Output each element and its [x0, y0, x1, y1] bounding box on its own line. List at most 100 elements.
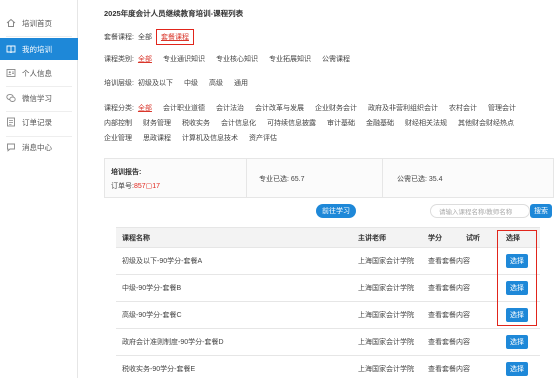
course-teacher: 上海国家会计学院 — [358, 258, 414, 265]
classify-option[interactable]: 农村会计 — [449, 103, 477, 113]
view-package-link[interactable]: 查看套餐内容 — [428, 248, 470, 274]
classify-option[interactable]: 资产评估 — [249, 133, 277, 143]
table-header: 课程名称 主讲老师 学分 试听 选择 — [116, 228, 540, 248]
course-table: 课程名称 主讲老师 学分 试听 选择 初级及以下-90学分-套餐A 上海国家会计… — [116, 227, 540, 378]
classify-filter-row3: 企业管理 思政课程 计算机及信息技术 资产评估 — [104, 133, 288, 143]
select-column-highlight — [497, 230, 537, 326]
level-option[interactable]: 中级 — [184, 78, 198, 88]
table-row: 高级-90学分-套餐C 上海国家会计学院 查看套餐内容 选择 — [116, 302, 540, 329]
header-trial: 试听 — [466, 234, 480, 242]
search-input[interactable]: 请输入课程名称/教师名称 — [430, 204, 530, 218]
course-name: 税收实务-90学分-套餐E — [122, 366, 196, 373]
category-label: 课程类别: — [104, 56, 134, 63]
table-row: 税收实务-90学分-套餐E 上海国家会计学院 查看套餐内容 选择 — [116, 356, 540, 378]
course-name: 初级及以下-90学分-套餐A — [122, 258, 203, 265]
course-name: 政府会计准则制度-90学分-套餐D — [122, 339, 224, 346]
training-report: 培训报告: 订单号:857▢17 专业已选: 65.7 公需已选: 35.4 — [104, 158, 554, 198]
classify-option[interactable]: 会计改革与发展 — [255, 103, 304, 113]
sidebar-item-messages[interactable]: 消息中心 — [0, 136, 78, 158]
sidebar: 培训首页 我的培训 个人信息 微信学习 订单记录 消息中心 — [0, 0, 78, 378]
header-course-name: 课程名称 — [122, 234, 150, 242]
classify-option[interactable]: 税收实务 — [182, 118, 210, 128]
course-teacher: 上海国家会计学院 — [358, 312, 414, 319]
page-title: 2025年度会计人员继续教育培训-课程列表 — [104, 9, 244, 18]
level-option[interactable]: 初级及以下 — [138, 78, 173, 88]
sidebar-item-label: 培训首页 — [22, 18, 52, 28]
classify-option[interactable]: 企业管理 — [104, 133, 132, 143]
user-icon — [6, 68, 16, 78]
go-study-button[interactable]: 前往学习 — [316, 204, 356, 218]
category-option[interactable]: 专业通识知识 — [163, 54, 205, 64]
professional-selected: 专业已选: 65.7 — [259, 176, 305, 183]
package-label: 套餐课程: — [104, 34, 134, 41]
view-package-link[interactable]: 查看套餐内容 — [428, 275, 470, 301]
sidebar-item-home[interactable]: 培训首页 — [0, 12, 78, 34]
package-option-all[interactable]: 全部 — [138, 32, 152, 42]
classify-option[interactable]: 全部 — [138, 103, 152, 113]
classify-option[interactable]: 其他财会财经热点 — [458, 118, 514, 128]
classify-option[interactable]: 政府及非营利组织会计 — [368, 103, 438, 113]
sidebar-item-wechat[interactable]: 微信学习 — [0, 87, 78, 109]
package-option-package[interactable]: 套餐课程 — [161, 34, 189, 41]
sidebar-item-orders[interactable]: 订单记录 — [0, 111, 78, 133]
classify-label: 课程分类: — [104, 105, 134, 112]
sidebar-item-label: 微信学习 — [22, 93, 52, 103]
category-option[interactable]: 专业核心知识 — [216, 54, 258, 64]
view-package-link[interactable]: 查看套餐内容 — [428, 302, 470, 328]
sidebar-item-label: 消息中心 — [22, 142, 52, 152]
classify-option[interactable]: 企业财务会计 — [315, 103, 357, 113]
classify-option[interactable]: 财务管理 — [143, 118, 171, 128]
header-credit: 学分 — [428, 234, 442, 242]
select-button[interactable]: 选择 — [506, 362, 528, 376]
classify-option[interactable]: 思政课程 — [143, 133, 171, 143]
report-title: 培训报告: — [111, 169, 142, 176]
classify-option[interactable]: 计算机及信息技术 — [182, 133, 238, 143]
category-option[interactable]: 公需课程 — [322, 54, 350, 64]
course-name: 高级-90学分-套餐C — [122, 312, 182, 319]
sidebar-item-label: 我的培训 — [22, 44, 52, 54]
classify-filter-row1: 课程分类: 全部 会计职业道德 会计法治 会计改革与发展 企业财务会计 政府及非… — [104, 103, 516, 113]
level-label: 培训层级: — [104, 80, 134, 87]
classify-option[interactable]: 财经相关法规 — [405, 118, 447, 128]
order-label: 订单号: — [111, 183, 134, 190]
package-highlight-box: 套餐课程 — [155, 29, 194, 45]
book-icon — [6, 44, 16, 54]
sidebar-item-label: 个人信息 — [22, 68, 52, 78]
home-icon — [6, 18, 16, 28]
table-row: 初级及以下-90学分-套餐A 上海国家会计学院 查看套餐内容 选择 — [116, 248, 540, 275]
classify-option[interactable]: 会计信息化 — [221, 118, 256, 128]
category-filter: 课程类别: 全部 专业通识知识 专业核心知识 专业拓展知识 公需课程 — [104, 54, 361, 64]
course-name: 中级-90学分-套餐B — [122, 285, 182, 292]
classify-option[interactable]: 会计法治 — [216, 103, 244, 113]
header-teacher: 主讲老师 — [358, 234, 386, 242]
search-button[interactable]: 搜索 — [530, 204, 552, 218]
select-button[interactable]: 选择 — [506, 335, 528, 349]
classify-option[interactable]: 可持续信息披露 — [267, 118, 316, 128]
order-number[interactable]: 857▢17 — [134, 183, 160, 190]
classify-option[interactable]: 会计职业道德 — [163, 103, 205, 113]
sidebar-item-label: 订单记录 — [22, 117, 52, 127]
report-order: 订单号:857▢17 — [111, 181, 160, 191]
sidebar-item-my-training[interactable]: 我的培训 — [0, 38, 78, 60]
level-option[interactable]: 通用 — [234, 78, 248, 88]
classify-option[interactable]: 金融基础 — [366, 118, 394, 128]
classify-filter-row2: 内部控制 财务管理 税收实务 会计信息化 可持续信息披露 审计基础 金融基础 财… — [104, 118, 514, 128]
message-icon — [6, 142, 16, 152]
level-filter: 培训层级: 初级及以下 中级 高级 通用 — [104, 78, 259, 88]
sidebar-item-profile[interactable]: 个人信息 — [0, 62, 78, 84]
classify-option[interactable]: 管理会计 — [488, 103, 516, 113]
category-option[interactable]: 专业拓展知识 — [269, 54, 311, 64]
package-filter: 套餐课程: 全部 套餐课程 — [104, 29, 194, 45]
category-option[interactable]: 全部 — [138, 54, 152, 64]
course-teacher: 上海国家会计学院 — [358, 339, 414, 346]
classify-option[interactable]: 内部控制 — [104, 118, 132, 128]
level-option[interactable]: 高级 — [209, 78, 223, 88]
public-selected: 公需已选: 35.4 — [397, 176, 443, 183]
table-row: 政府会计准则制度-90学分-套餐D 上海国家会计学院 查看套餐内容 选择 — [116, 329, 540, 356]
table-row: 中级-90学分-套餐B 上海国家会计学院 查看套餐内容 选择 — [116, 275, 540, 302]
wechat-icon — [6, 93, 16, 103]
view-package-link[interactable]: 查看套餐内容 — [428, 356, 470, 378]
classify-option[interactable]: 审计基础 — [327, 118, 355, 128]
view-package-link[interactable]: 查看套餐内容 — [428, 329, 470, 355]
course-teacher: 上海国家会计学院 — [358, 366, 414, 373]
